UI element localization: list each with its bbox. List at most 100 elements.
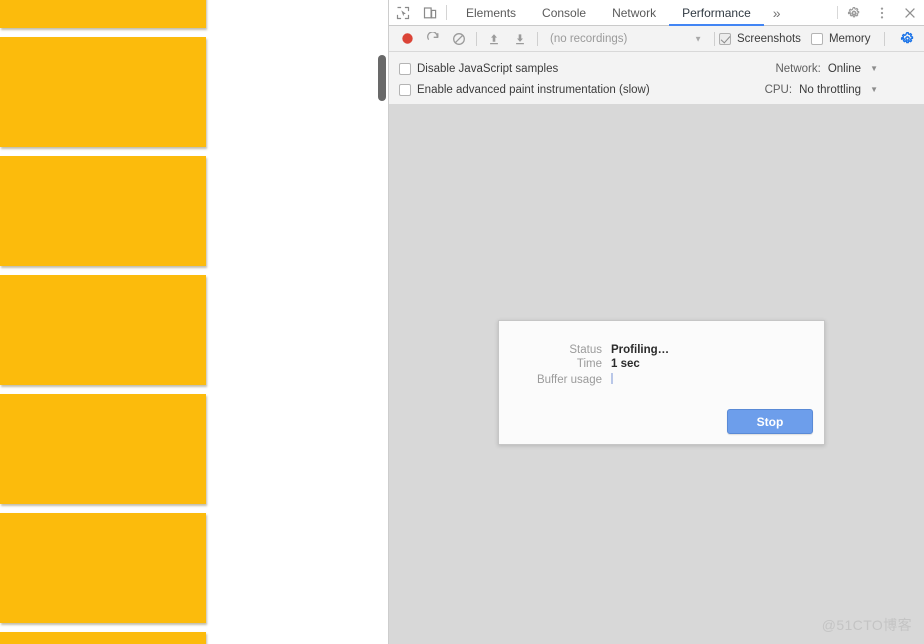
- paint-instrumentation-checkbox[interactable]: Enable advanced paint instrumentation (s…: [399, 83, 650, 96]
- card-separator: [0, 147, 206, 156]
- clear-recording-button[interactable]: [446, 26, 472, 52]
- paint-instrumentation-label: Enable advanced paint instrumentation (s…: [417, 83, 650, 96]
- card-diagonal-stripe: [0, 0, 50, 28]
- profiling-status-rows: Status Profiling… Time 1 sec Buffer usag…: [499, 321, 824, 386]
- tab-label: Performance: [682, 5, 751, 20]
- time-row: Time 1 sec: [499, 358, 824, 370]
- list-item[interactable]: [0, 37, 206, 147]
- card-separator: [0, 504, 206, 513]
- tabbar-right-divider: [837, 6, 838, 19]
- chevron-down-icon: ▼: [870, 64, 878, 73]
- settings-row-paint-instrumentation: Enable advanced paint instrumentation (s…: [389, 79, 924, 100]
- checkbox-box-checked: [719, 32, 731, 45]
- card-diagonal-shade: [0, 156, 19, 266]
- tab-label: Network: [612, 5, 657, 20]
- tab-console[interactable]: Console: [529, 0, 599, 25]
- reload-and-record-button[interactable]: [420, 26, 446, 52]
- save-profile-button[interactable]: [507, 26, 533, 52]
- recordings-dropdown[interactable]: (no recordings) ▼: [542, 29, 710, 49]
- buffer-usage-row: Buffer usage: [499, 372, 824, 386]
- card-diagonal-shade: [0, 513, 19, 623]
- status-row: Status Profiling…: [499, 344, 824, 356]
- tab-label: Console: [542, 5, 587, 20]
- time-label: Time: [576, 358, 602, 370]
- record-button[interactable]: [394, 26, 420, 52]
- tab-label: Elements: [466, 5, 517, 20]
- capture-settings-button[interactable]: [894, 26, 920, 52]
- disable-js-samples-checkbox[interactable]: Disable JavaScript samples: [399, 62, 559, 75]
- card-separator: [0, 623, 206, 632]
- chevron-down-icon: ▼: [870, 85, 878, 94]
- page-vertical-scrollbar[interactable]: [377, 0, 387, 644]
- inspect-element-icon: [396, 6, 410, 20]
- cpu-value: No throttling: [799, 83, 862, 96]
- profiling-status-dialog: Status Profiling… Time 1 sec Buffer usag…: [498, 320, 825, 445]
- web-page-viewport: [0, 0, 388, 644]
- devtools-main-menu-button[interactable]: [868, 0, 896, 25]
- devtools-close-button[interactable]: [896, 0, 924, 25]
- list-item[interactable]: [0, 275, 206, 385]
- cpu-label: CPU:: [764, 83, 793, 96]
- device-toolbar-button[interactable]: [416, 0, 443, 25]
- disable-js-samples-label: Disable JavaScript samples: [417, 62, 559, 75]
- stop-button[interactable]: Stop: [727, 409, 813, 434]
- list-item[interactable]: [0, 513, 206, 623]
- card-diagonal-stripe: [0, 37, 50, 147]
- record-circle-icon: [401, 32, 414, 45]
- inspect-element-button[interactable]: [389, 0, 416, 25]
- screenshot-root: Elements Console Network Performance » (…: [0, 0, 924, 644]
- tab-network[interactable]: Network: [599, 0, 669, 25]
- card-diagonal-stripe: [0, 275, 50, 385]
- settings-row-js-samples: Disable JavaScript samples Network: Onli…: [389, 58, 924, 79]
- tabbar-divider: [446, 5, 447, 20]
- time-value: 1 sec: [611, 358, 640, 370]
- tab-elements[interactable]: Elements: [453, 0, 529, 25]
- buffer-usage-bar: [611, 373, 613, 384]
- cpu-throttling-control[interactable]: CPU: No throttling ▼: [765, 84, 924, 96]
- tab-performance[interactable]: Performance: [669, 0, 764, 26]
- toolbar-divider: [476, 31, 477, 46]
- list-item[interactable]: [0, 394, 206, 504]
- checkbox-box: [810, 32, 823, 45]
- clear-icon: [452, 32, 466, 46]
- card-separator: [0, 385, 206, 394]
- card-diagonal-shade: [0, 632, 19, 644]
- card-diagonal-stripe: [0, 513, 50, 623]
- card-diagonal-stripe: [0, 632, 50, 644]
- devtools-settings-button[interactable]: [840, 0, 868, 25]
- toolbar-divider: [884, 31, 886, 46]
- watermark: @51CTO博客: [821, 617, 912, 633]
- orange-card-list: [0, 0, 212, 644]
- screenshots-checkbox[interactable]: Screenshots: [719, 32, 801, 45]
- gear-icon: [900, 31, 915, 46]
- card-separator: [0, 28, 206, 37]
- kebab-menu-icon: [875, 6, 889, 20]
- network-throttling-control[interactable]: Network: Online ▼: [775, 63, 924, 75]
- scrollbar-thumb[interactable]: [378, 55, 386, 101]
- screenshots-label: Screenshots: [737, 32, 801, 45]
- checkbox-box: [399, 62, 411, 75]
- network-label: Network:: [775, 62, 821, 75]
- list-item[interactable]: [0, 0, 206, 28]
- status-value: Profiling…: [611, 344, 670, 356]
- network-value: Online: [827, 62, 862, 75]
- list-item[interactable]: [0, 156, 206, 266]
- chevron-down-icon: ▼: [694, 34, 702, 43]
- performance-panel-body: Status Profiling… Time 1 sec Buffer usag…: [389, 104, 924, 644]
- upload-arrow-icon: [487, 32, 501, 46]
- reload-icon: [426, 31, 440, 46]
- download-arrow-icon: [513, 32, 527, 46]
- list-item[interactable]: [0, 632, 206, 644]
- card-diagonal-stripe: [0, 156, 50, 266]
- card-diagonal-stripe: [0, 394, 50, 504]
- device-toolbar-icon: [423, 6, 437, 20]
- chevron-double-right-icon: »: [772, 4, 781, 21]
- devtools-panel: Elements Console Network Performance » (…: [388, 0, 924, 644]
- gear-icon: [847, 6, 861, 20]
- load-profile-button[interactable]: [481, 26, 507, 52]
- card-separator: [0, 266, 206, 275]
- memory-label: Memory: [828, 32, 871, 45]
- memory-checkbox[interactable]: Memory: [810, 32, 871, 45]
- tabbar-spacer: [790, 0, 835, 25]
- more-tabs-button[interactable]: »: [764, 0, 790, 25]
